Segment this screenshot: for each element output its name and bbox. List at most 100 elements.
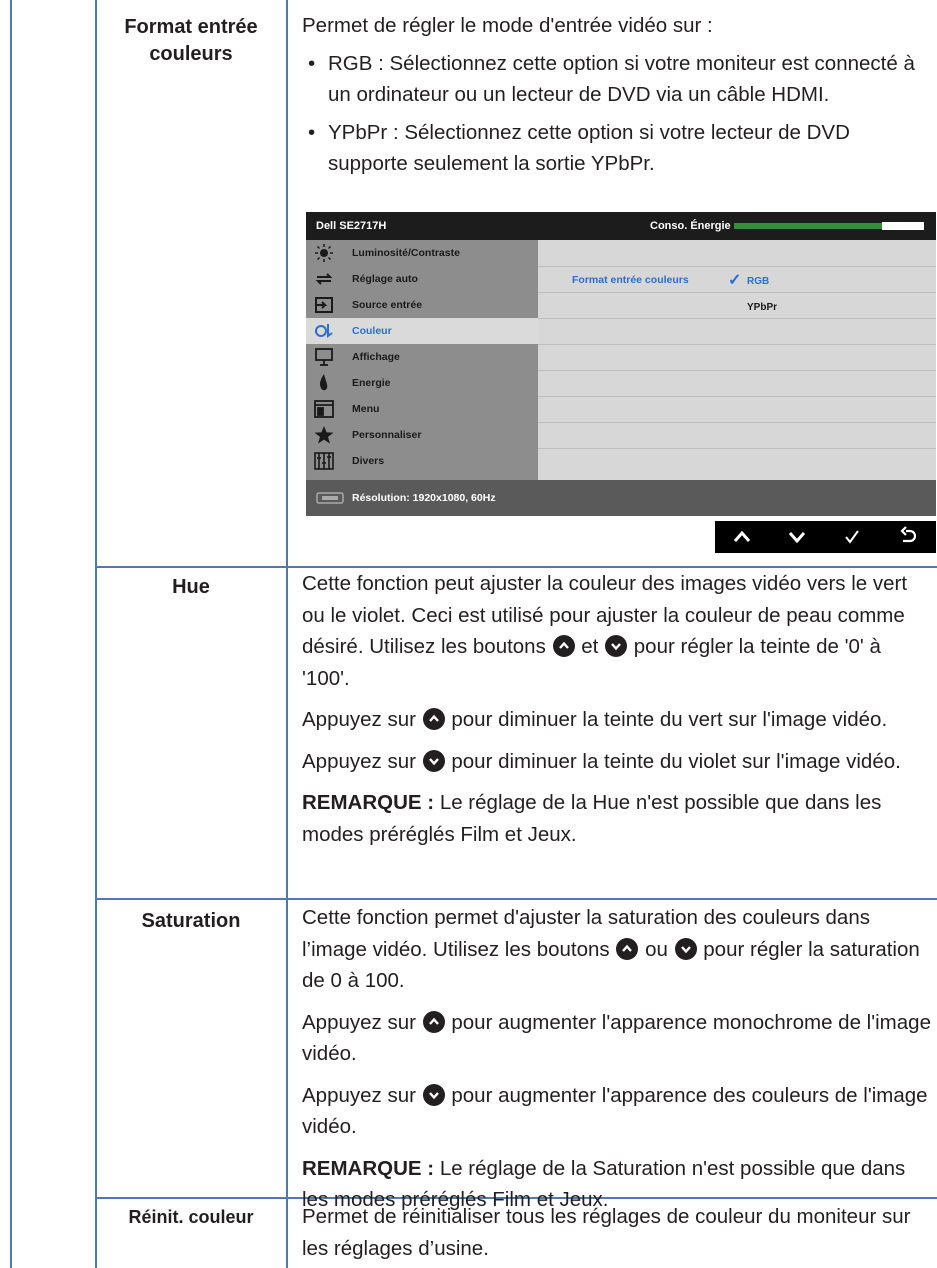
row-label-hue: Hue: [96, 574, 286, 601]
osd-resolution: Résolution: 1920x1080, 60Hz: [352, 492, 496, 504]
up-icon: [616, 937, 639, 960]
auto-adjust-icon: [315, 273, 333, 285]
down-icon: [605, 635, 628, 657]
menu-item-label: Luminosité/Contraste: [352, 247, 460, 259]
row-label-format: Format entrée couleurs: [96, 14, 286, 68]
up-icon: [552, 635, 575, 657]
nav-back-button[interactable]: [880, 521, 935, 553]
submenu-rule: [538, 318, 936, 319]
hue-text: pour diminuer la teinte du violet sur l'…: [451, 749, 901, 773]
submenu-rule: [538, 344, 936, 345]
menu-item-label: Menu: [352, 403, 380, 415]
hue-note: REMARQUE : Le réglage de la Hue n'est po…: [302, 787, 932, 850]
row-label-text: Format entrée couleurs: [124, 16, 258, 65]
row-text-reset-color: Permet de réinitialiser tous les réglage…: [302, 1201, 932, 1264]
submenu-rule: [538, 396, 936, 397]
saturation-paragraph-1: Cette fonction permet d'ajuster la satur…: [302, 902, 932, 997]
menu-item-label: Réglage auto: [352, 273, 418, 285]
row-label-text: Réinit. couleur: [128, 1207, 254, 1227]
note-label: REMARQUE :: [302, 791, 435, 814]
submenu-rule: [538, 292, 936, 293]
row-text-format: Permet de régler le mode d'entrée vidéo …: [302, 10, 932, 180]
row-label-text: Saturation: [141, 910, 241, 932]
down-icon: [422, 1083, 445, 1106]
hue-text: et: [581, 635, 599, 658]
menu-item-color[interactable]: Couleur: [306, 318, 538, 344]
osd-screenshot: Dell SE2717H Conso. Énergie Luminosité/C…: [306, 212, 936, 516]
menu-item-menu[interactable]: Menu: [306, 396, 538, 422]
osd-energy-label: Conso. Énergie: [650, 220, 731, 232]
saturation-paragraph-3: Appuyez sur pour augmenter l'apparence d…: [302, 1080, 932, 1143]
nav-down-button[interactable]: [770, 521, 825, 553]
intro-text: Permet de régler le mode d'entrée vidéo …: [302, 14, 713, 37]
row-label-text: Hue: [172, 576, 210, 598]
connector-icon: [316, 492, 344, 504]
reset-color-text: Permet de réinitialiser tous les réglage…: [302, 1205, 911, 1260]
menu-item-label: Personnaliser: [352, 429, 422, 441]
submenu-rule: [538, 266, 936, 267]
row-label-saturation: Saturation: [96, 908, 286, 935]
menu-item-label: Couleur: [352, 325, 392, 337]
menu-item-energy[interactable]: Energie: [306, 370, 538, 396]
check-icon: [845, 530, 859, 544]
menu-item-others[interactable]: Divers: [306, 448, 538, 474]
energy-meter-empty: [882, 222, 924, 230]
menu-item-label: Source entrée: [352, 299, 423, 311]
column-border-1: [95, 0, 97, 1268]
menu-item-personalize[interactable]: Personnaliser: [306, 422, 538, 448]
submenu-label-format: Format entrée couleurs: [572, 274, 689, 286]
bullet-ypbpr: YPbPr : Sélectionnez cette option si vot…: [302, 117, 932, 180]
nav-up-button[interactable]: [715, 521, 770, 553]
saturation-text: Appuyez sur: [302, 1010, 416, 1034]
menu-item-label: Energie: [352, 377, 391, 389]
osd-submenu: Format entrée couleurs ✓ RGB YPbPr: [538, 240, 936, 480]
menu-item-display[interactable]: Affichage: [306, 344, 538, 370]
saturation-text: Appuyez sur: [302, 1083, 416, 1107]
star-icon: [314, 426, 334, 444]
energy-icon: [320, 374, 328, 391]
submenu-rule: [538, 422, 936, 423]
osd-header: Dell SE2717H Conso. Énergie: [306, 212, 936, 240]
menu-item-label: Divers: [352, 455, 385, 467]
option-ypbpr[interactable]: YPbPr: [747, 302, 777, 313]
left-border: [10, 0, 12, 1268]
check-icon-rgb: ✓: [728, 272, 742, 289]
up-icon: [422, 1010, 445, 1033]
down-icon: [788, 532, 806, 544]
display-icon: [315, 348, 333, 366]
energy-meter: [734, 222, 924, 230]
nav-check-button[interactable]: [825, 521, 880, 553]
row-text-saturation: Cette fonction permet d'ajuster la satur…: [302, 902, 932, 1216]
saturation-paragraph-2: Appuyez sur pour augmenter l'apparence m…: [302, 1007, 932, 1070]
others-icon: [314, 452, 334, 470]
back-icon: [900, 526, 917, 543]
up-icon: [733, 530, 751, 542]
menu-item-label: Affichage: [352, 351, 400, 363]
row-divider-2: [95, 898, 937, 900]
menu-item-auto-adjust[interactable]: Réglage auto: [306, 266, 538, 292]
osd-model: Dell SE2717H: [316, 220, 387, 232]
hue-paragraph-3: Appuyez sur pour diminuer la teinte du v…: [302, 746, 932, 778]
option-rgb[interactable]: RGB: [747, 276, 769, 287]
bullet-rgb: RGB : Sélectionnez cette option si votre…: [302, 48, 932, 111]
saturation-text: ou: [645, 937, 668, 961]
hue-text: pour diminuer la teinte du vert sur l'im…: [451, 708, 888, 731]
hue-paragraph-1: Cette fonction peut ajuster la couleur d…: [302, 568, 932, 694]
row-label-reset-color: Réinit. couleur: [96, 1204, 286, 1231]
menu-item-input-source[interactable]: Source entrée: [306, 292, 538, 318]
hue-paragraph-2: Appuyez sur pour diminuer la teinte du v…: [302, 704, 932, 736]
up-icon: [422, 708, 445, 730]
osd-nav-buttons: [715, 521, 936, 553]
hue-text: Appuyez sur: [302, 749, 416, 773]
osd-menu: Luminosité/Contraste Réglage auto Source…: [306, 240, 538, 480]
menu-item-brightness[interactable]: Luminosité/Contraste: [306, 240, 538, 266]
column-border-2: [286, 0, 288, 1268]
down-icon: [674, 937, 697, 960]
hue-text: Appuyez sur: [302, 708, 416, 731]
down-icon: [422, 749, 445, 772]
menu-icon: [314, 400, 334, 418]
brightness-icon: [315, 244, 333, 262]
note-label: REMARQUE :: [302, 1156, 435, 1180]
row-text-hue: Cette fonction peut ajuster la couleur d…: [302, 568, 932, 850]
input-source-icon: [315, 297, 333, 313]
